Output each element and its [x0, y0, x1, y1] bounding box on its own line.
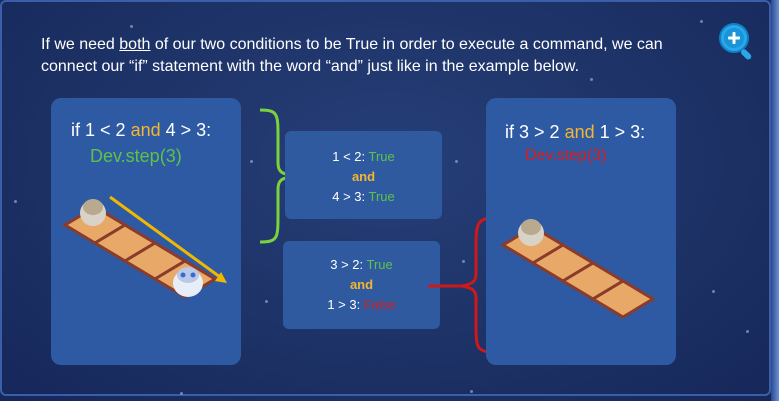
left-command: Dev.step(3) — [90, 146, 182, 166]
right-board-illustration — [500, 219, 656, 319]
left-if-statement: if 1 < 2 and 4 > 3: — [71, 120, 212, 140]
intro-text: If we need both of our two conditions to… — [41, 36, 663, 75]
right-if-statement: if 3 > 2 and 1 > 3: — [505, 122, 646, 142]
right-command: Dev.step(3) — [525, 147, 607, 164]
evaluation-false-box: 3 > 2: True and 1 > 3: False — [283, 241, 440, 329]
emphasis-word: both — [119, 36, 151, 53]
left-board-illustration — [62, 195, 227, 299]
scroll-edge — [771, 0, 779, 401]
evaluation-true-box: 1 < 2: True and 4 > 3: True — [285, 131, 442, 219]
zoom-in-icon[interactable] — [718, 22, 758, 62]
